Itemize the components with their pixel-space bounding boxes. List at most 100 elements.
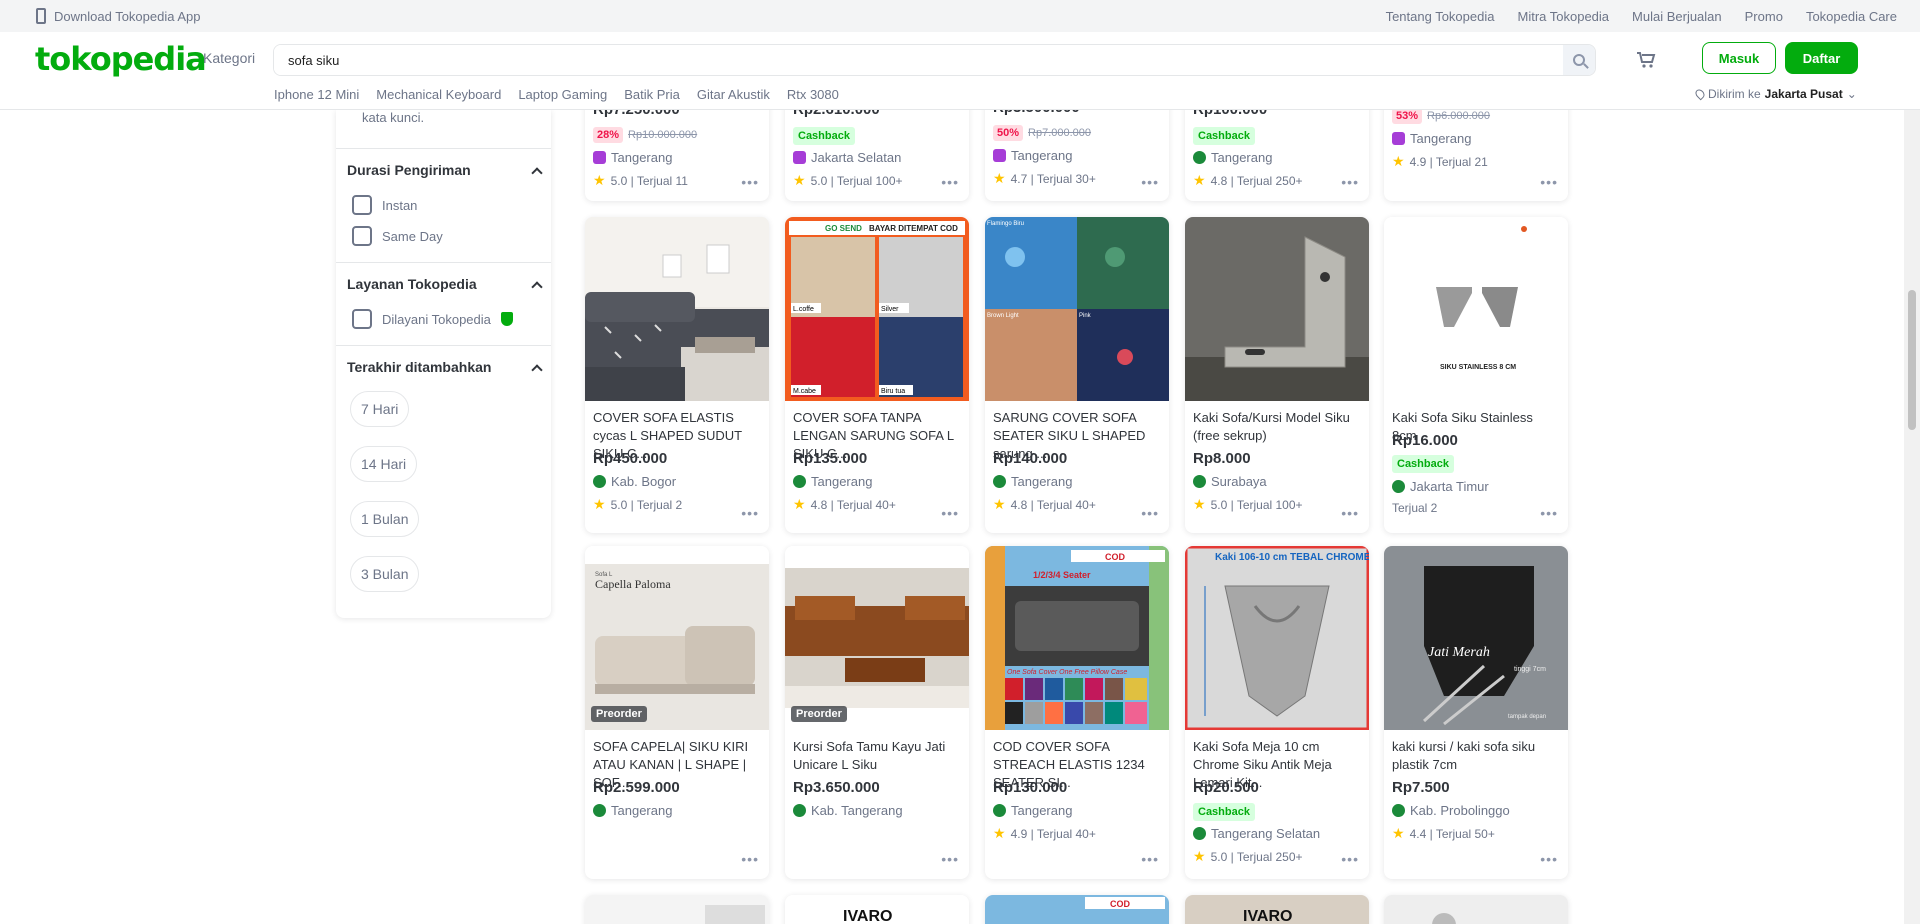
product-image[interactable]: Jati Merah tinggi 7cm tampak depan: [1384, 546, 1568, 730]
power-merchant-icon: [993, 475, 1006, 488]
product-card[interactable]: IVARO: [785, 895, 969, 924]
chevron-up-icon[interactable]: [531, 364, 543, 376]
rating-text: 4.9 | Terjual 21: [1409, 154, 1488, 169]
tokopedia-logo[interactable]: tokopedia: [35, 40, 207, 78]
product-card[interactable]: COD 1/2/3/4 Seater One Sofa Cover One Fr…: [985, 546, 1169, 879]
chip-1-bulan[interactable]: 1 Bulan: [350, 501, 420, 537]
checkbox[interactable]: [352, 195, 372, 215]
more-options-icon[interactable]: •••: [1341, 505, 1359, 521]
product-card[interactable]: [1384, 895, 1568, 924]
chevron-up-icon[interactable]: [531, 281, 543, 293]
rating: ★ 4.8 | Terjual 40+: [993, 496, 1096, 513]
product-card[interactable]: Preorder Kursi Sofa Tamu Kayu Jati Unica…: [785, 546, 969, 879]
checkbox[interactable]: [352, 309, 372, 329]
product-title[interactable]: Kursi Sofa Tamu Kayu Jati Unicare L Siku: [793, 738, 961, 774]
product-card[interactable]: SIKU STAINLESS 8 CM Kaki Sofa Siku Stain…: [1384, 217, 1568, 533]
daftar-button[interactable]: Daftar: [1785, 42, 1858, 74]
top-link-mulai-berjualan[interactable]: Mulai Berjualan: [1632, 9, 1722, 24]
more-options-icon[interactable]: •••: [1540, 851, 1558, 867]
scrollbar-thumb[interactable]: [1908, 290, 1916, 430]
rating: ★ 5.0 | Terjual 11: [593, 172, 688, 189]
more-options-icon[interactable]: •••: [1540, 505, 1558, 521]
power-merchant-icon: [1193, 151, 1206, 164]
product-image[interactable]: GO SEND BAYAR DITEMPAT COD L.coffe Silve…: [785, 217, 969, 401]
cart-icon[interactable]: [1636, 50, 1656, 70]
product-image[interactable]: [1185, 217, 1369, 401]
product-photo-cover-stretch: COD 1/2/3/4 Seater One Sofa Cover One Fr…: [985, 546, 1169, 730]
masuk-button[interactable]: Masuk: [1702, 42, 1776, 74]
top-link-care[interactable]: Tokopedia Care: [1806, 9, 1897, 24]
product-card[interactable]: Flamingo Biru Brown Light Pink SARUNG CO…: [985, 217, 1169, 533]
top-link-mitra[interactable]: Mitra Tokopedia: [1517, 9, 1609, 24]
more-options-icon[interactable]: •••: [741, 505, 759, 521]
quick-link[interactable]: Batik Pria: [624, 87, 680, 102]
quick-link[interactable]: Laptop Gaming: [518, 87, 607, 102]
rating: ★ 5.0 | Terjual 250+: [1193, 848, 1303, 865]
product-card[interactable]: GO SEND BAYAR DITEMPAT COD L.coffe Silve…: [785, 217, 969, 533]
shop-location: Jakarta Selatan: [793, 150, 901, 165]
filter-option-instan[interactable]: Instan: [352, 195, 417, 215]
shop-location: Tangerang: [1193, 150, 1272, 165]
product-card[interactable]: Kaki Sofa/Kursi Model Siku (free sekrup)…: [1185, 217, 1369, 533]
chevron-up-icon[interactable]: [531, 167, 543, 179]
chip-7-hari[interactable]: 7 Hari: [350, 391, 410, 427]
quick-link[interactable]: Gitar Akustik: [697, 87, 770, 102]
more-options-icon[interactable]: •••: [941, 505, 959, 521]
kategori-menu[interactable]: Kategori: [203, 50, 255, 66]
preorder-badge: Preorder: [791, 706, 847, 722]
product-title[interactable]: Kaki Sofa/Kursi Model Siku (free sekrup): [1193, 409, 1361, 445]
product-image[interactable]: Preorder: [785, 546, 969, 730]
more-options-icon[interactable]: •••: [1341, 174, 1359, 190]
search-input[interactable]: [274, 45, 1563, 75]
shop-location: Kab. Bogor: [593, 474, 676, 489]
phone-icon: [36, 8, 46, 24]
more-options-icon[interactable]: •••: [1141, 505, 1159, 521]
product-card[interactable]: Kaki 106-10 cm TEBAL CHROME Kaki Sofa Me…: [1185, 546, 1369, 879]
rating-text: 4.7 | Terjual 30+: [1010, 171, 1096, 186]
quick-link[interactable]: Iphone 12 Mini: [274, 87, 359, 102]
rating-text: Terjual 2: [1392, 501, 1438, 515]
page-scrollbar[interactable]: [1904, 110, 1920, 924]
more-options-icon[interactable]: •••: [941, 174, 959, 190]
more-options-icon[interactable]: •••: [1141, 174, 1159, 190]
product-image[interactable]: Sofa L Capella Paloma Preorder: [585, 546, 769, 730]
filter-layanan-title[interactable]: Layanan Tokopedia: [347, 276, 477, 292]
product-image[interactable]: SIKU STAINLESS 8 CM: [1384, 217, 1568, 401]
more-options-icon[interactable]: •••: [1540, 174, 1558, 190]
filter-option-dilayani[interactable]: Dilayani Tokopedia: [352, 309, 513, 329]
chip-14-hari[interactable]: 14 Hari: [350, 446, 418, 482]
more-options-icon[interactable]: •••: [1141, 851, 1159, 867]
delivery-location[interactable]: Dikirim ke Jakarta Pusat ⌄: [1693, 87, 1857, 101]
filter-terakhir-title[interactable]: Terakhir ditambahkan: [347, 359, 491, 375]
filter-durasi-title[interactable]: Durasi Pengiriman: [347, 162, 471, 178]
star-icon: ★: [793, 496, 806, 512]
filter-option-same-day[interactable]: Same Day: [352, 226, 443, 246]
more-options-icon[interactable]: •••: [741, 851, 759, 867]
more-options-icon[interactable]: •••: [1341, 851, 1359, 867]
product-card[interactable]: [585, 895, 769, 924]
product-image[interactable]: Kaki 106-10 cm TEBAL CHROME: [1185, 546, 1369, 730]
product-card[interactable]: Jati Merah tinggi 7cm tampak depan kaki …: [1384, 546, 1568, 879]
product-title[interactable]: kaki kursi / kaki sofa siku plastik 7cm: [1392, 738, 1560, 774]
quick-link[interactable]: Mechanical Keyboard: [376, 87, 501, 102]
quick-link[interactable]: Rtx 3080: [787, 87, 839, 102]
search-button[interactable]: [1563, 45, 1595, 75]
product-image[interactable]: COD 1/2/3/4 Seater One Sofa Cover One Fr…: [985, 546, 1169, 730]
more-options-icon[interactable]: •••: [741, 174, 759, 190]
product-card[interactable]: IVARO: [1185, 895, 1369, 924]
checkbox[interactable]: [352, 226, 372, 246]
product-price: Rp140.000: [993, 450, 1068, 467]
product-card[interactable]: COD: [985, 895, 1169, 924]
product-image[interactable]: Flamingo Biru Brown Light Pink: [985, 217, 1169, 401]
discount-row: 28% Rp10.000.000: [593, 127, 697, 143]
product-card[interactable]: COVER SOFA ELASTIS cycas L SHAPED SUDUT …: [585, 217, 769, 533]
option-label: Instan: [382, 197, 418, 213]
top-link-tentang[interactable]: Tentang Tokopedia: [1386, 9, 1495, 24]
product-image[interactable]: [585, 217, 769, 401]
download-app-link[interactable]: Download Tokopedia App: [36, 8, 201, 24]
more-options-icon[interactable]: •••: [941, 851, 959, 867]
top-link-promo[interactable]: Promo: [1745, 9, 1783, 24]
chevron-down-icon: ⌄: [1846, 87, 1857, 101]
product-card[interactable]: Sofa L Capella Paloma Preorder SOFA CAPE…: [585, 546, 769, 879]
chip-3-bulan[interactable]: 3 Bulan: [350, 556, 420, 592]
